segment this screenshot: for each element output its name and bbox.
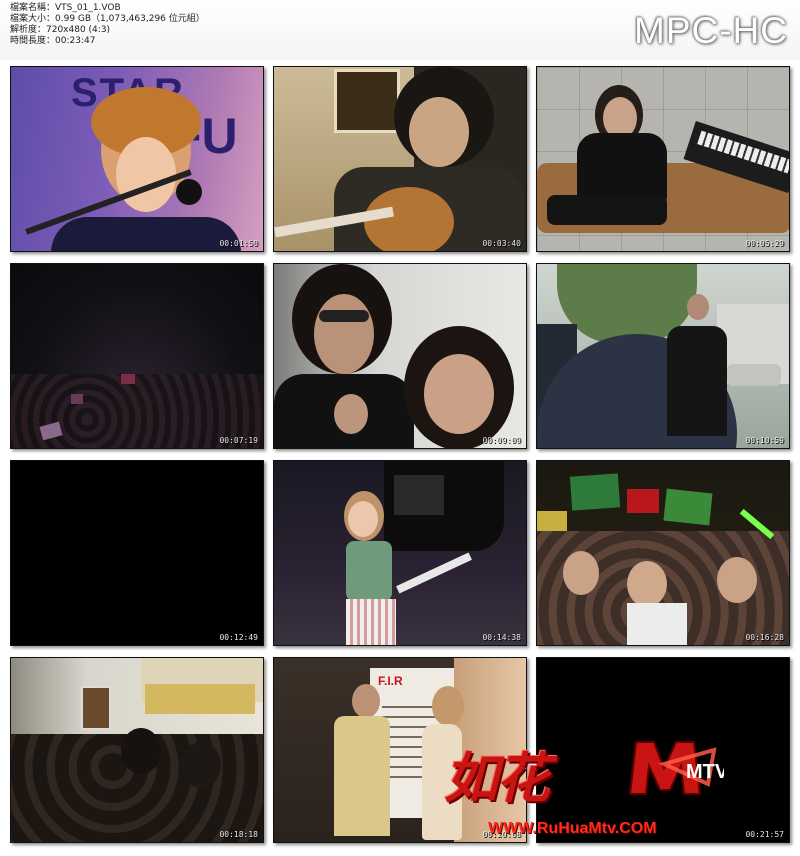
timestamp: 00:14:38: [482, 633, 521, 642]
thumbnail-scene-6: [537, 264, 789, 448]
thumbnail-scene-9: [537, 461, 789, 645]
thumbnail-8[interactable]: 00:14:38: [273, 460, 527, 646]
thumbnail-scene-7: [11, 461, 263, 645]
timestamp: 00:21:57: [745, 830, 784, 839]
player-logo: MPC-HC: [634, 10, 788, 51]
thumbnail-1[interactable]: STAR FU 00:01:50: [10, 66, 264, 252]
thumbnail-7[interactable]: 00:12:49: [10, 460, 264, 646]
mtv-logo: MTV: [624, 734, 729, 798]
timestamp: 00:03:40: [482, 239, 521, 248]
timestamp: 00:01:50: [219, 239, 258, 248]
timestamp: 00:07:19: [219, 436, 258, 445]
thumbnail-scene-3: [537, 67, 789, 251]
watermark-chinese-text: 如花: [444, 746, 550, 810]
site-watermark: 如花 MTV WWW.RuHuaMtv.COM: [444, 734, 744, 846]
file-size-line: 檔案大小：0.99 GB（1,073,463,296 位元組）: [10, 14, 205, 24]
mtv-logo-icon: MTV: [628, 741, 729, 795]
thumbnail-2[interactable]: 00:03:40: [273, 66, 527, 252]
file-name-line: 檔案名稱：VTS_01_1.VOB: [10, 3, 121, 13]
thumbnail-scene-5: [274, 264, 526, 448]
timestamp: 00:10:59: [745, 436, 784, 445]
info-header: 檔案名稱：VTS_01_1.VOB 檔案大小：0.99 GB（1,073,463…: [0, 0, 800, 60]
watermark-mark-text: MTV: [686, 761, 724, 783]
thumbnail-9[interactable]: 00:16:28: [536, 460, 790, 646]
thumbnail-5[interactable]: 00:09:09: [273, 263, 527, 449]
resolution-line: 解析度：720x480 (4:3): [10, 25, 111, 35]
thumbnail-10[interactable]: 00:18:18: [10, 657, 264, 843]
timestamp: 00:16:28: [745, 633, 784, 642]
watermark-url: WWW.RuHuaMtv.COM: [488, 820, 657, 837]
timestamp: 00:05:29: [745, 239, 784, 248]
thumbnail-scene-4: [11, 264, 263, 448]
duration-line: 時間長度：00:23:47: [10, 36, 96, 46]
thumbnail-scene-8: [274, 461, 526, 645]
timestamp: 00:12:49: [219, 633, 258, 642]
thumbnail-scene-10: [11, 658, 263, 842]
timestamp: 00:18:18: [219, 830, 258, 839]
thumbnail-scene-2: [274, 67, 526, 251]
timestamp: 00:09:09: [482, 436, 521, 445]
thumbnail-scene-1: STAR FU: [11, 67, 263, 251]
thumbnail-6[interactable]: 00:10:59: [536, 263, 790, 449]
thumbnail-4[interactable]: 00:07:19: [10, 263, 264, 449]
thumbnail-3[interactable]: 00:05:29: [536, 66, 790, 252]
